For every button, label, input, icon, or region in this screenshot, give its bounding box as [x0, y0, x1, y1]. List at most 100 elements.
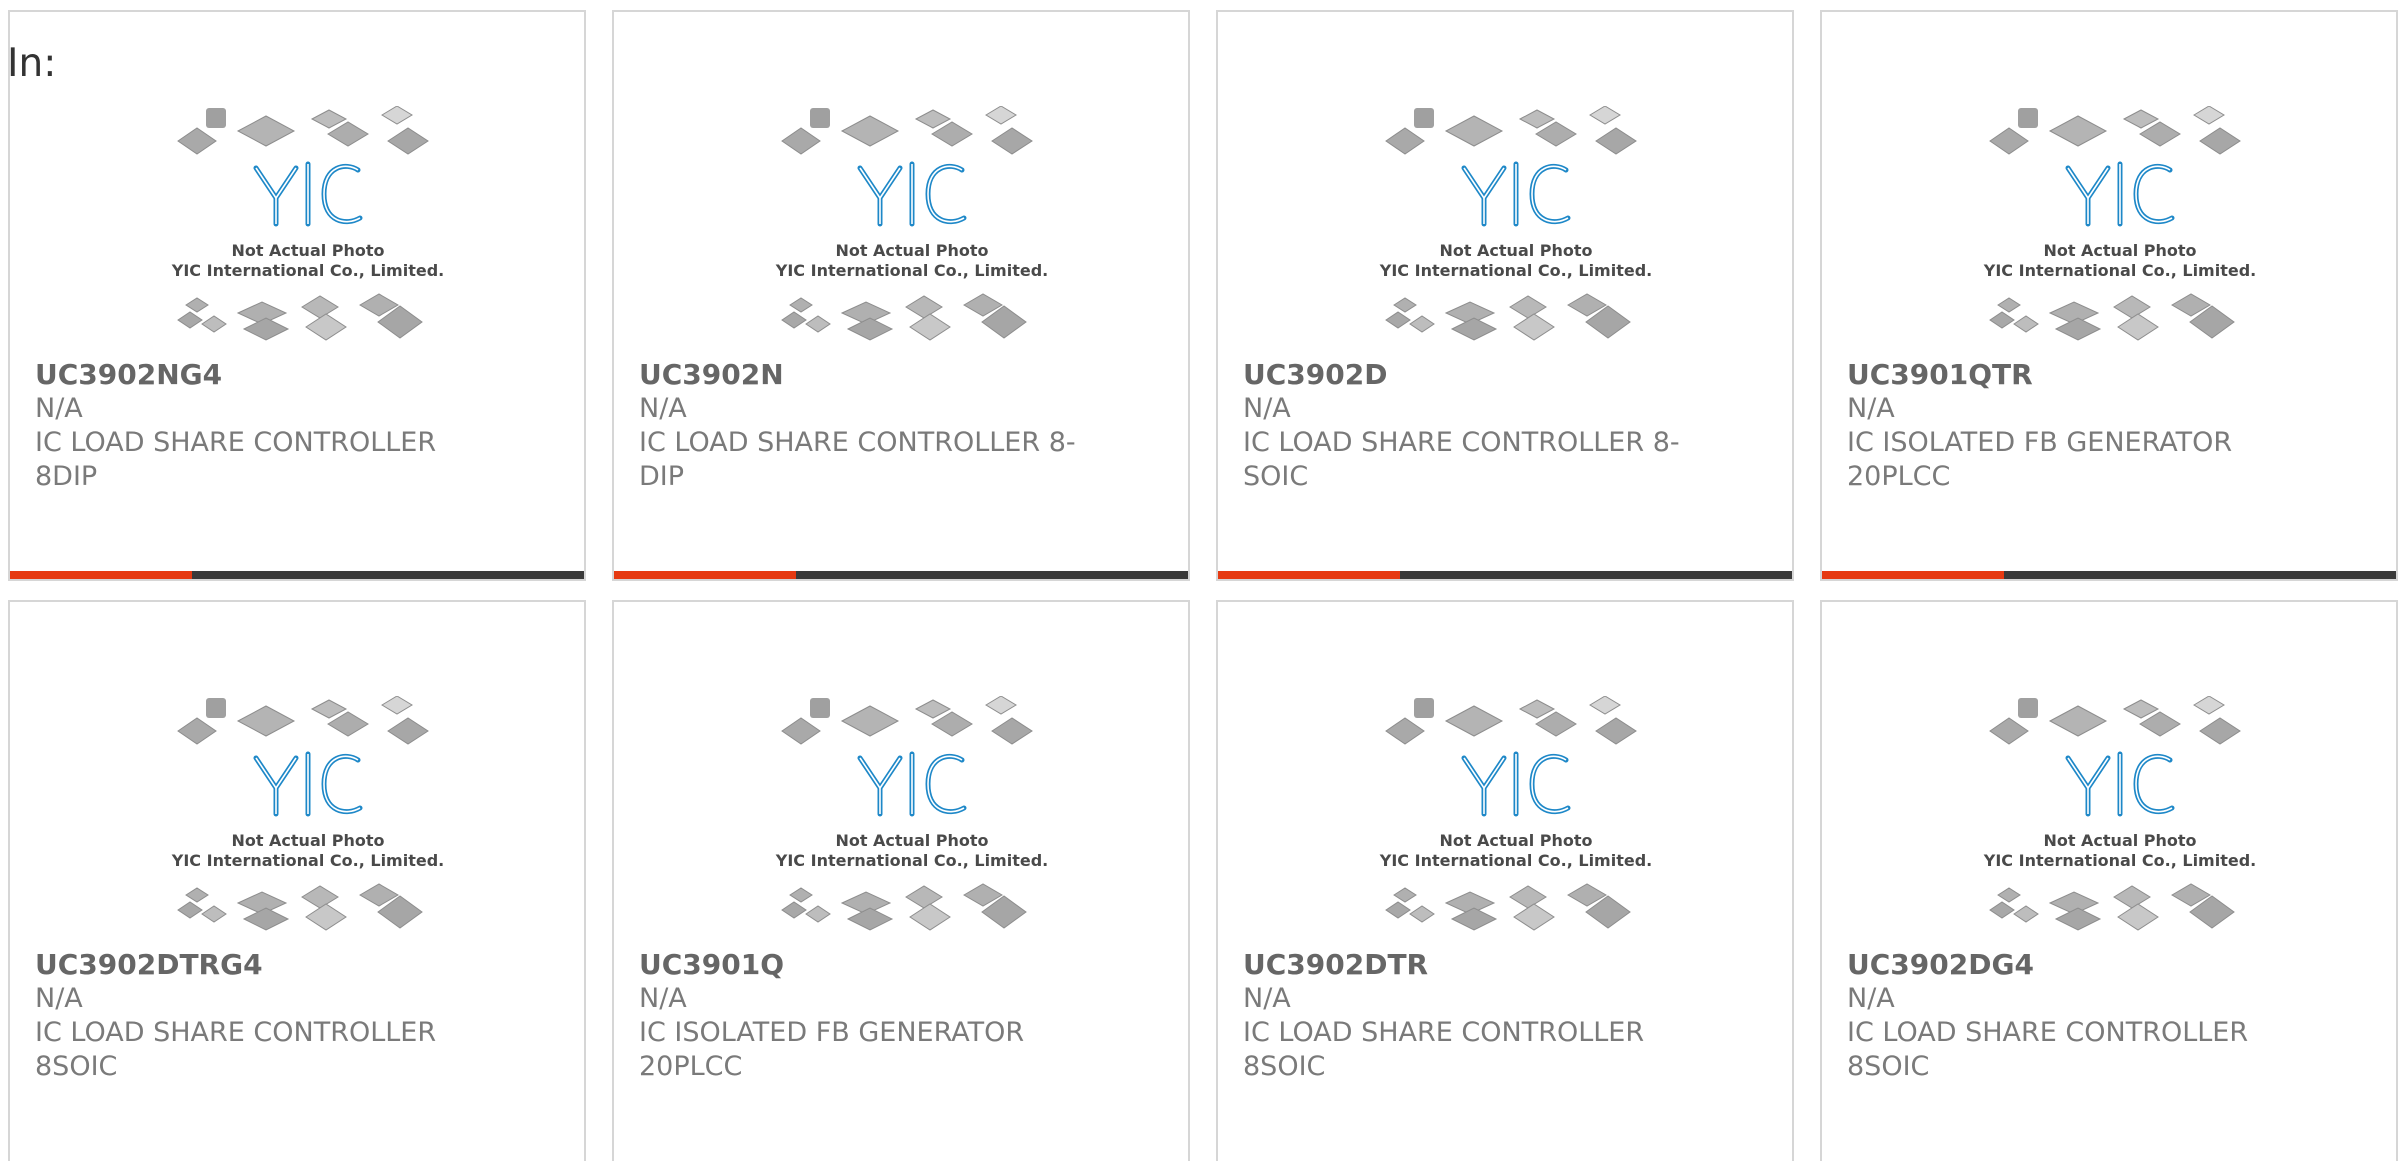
chip-icon [177, 901, 203, 919]
product-status: N/A [35, 983, 83, 1014]
product-part-number[interactable]: UC3902DTRG4 [35, 948, 475, 982]
product-card[interactable]: Not Actual Photo YIC International Co., L… [1216, 10, 1794, 581]
product-status: N/A [1847, 983, 1895, 1014]
chip-icon [1385, 717, 1425, 745]
chip-icon [909, 313, 951, 341]
product-image[interactable]: Not Actual Photo YIC International Co., L… [1376, 105, 1656, 356]
chip-icon [301, 295, 339, 319]
chip-icon [2122, 699, 2160, 719]
product-image[interactable]: Not Actual Photo YIC International Co., L… [168, 105, 448, 356]
product-list-page: In: Not Actual Photo YIC International Co… [0, 0, 2400, 1161]
product-card[interactable]: Not Actual Photo YIC International Co., L… [1820, 600, 2398, 1161]
product-part-number[interactable]: UC3902DG4 [1847, 948, 2287, 982]
product-part-number[interactable]: UC3902NG4 [35, 358, 475, 392]
product-part-number[interactable]: UC3901QTR [1847, 358, 2287, 392]
product-image[interactable]: Not Actual Photo YIC International Co., L… [1980, 695, 2260, 946]
chip-icon [1385, 311, 1411, 329]
placeholder-note: Not Actual Photo [231, 241, 384, 260]
product-description-line1: IC ISOLATED FB GENERATOR [639, 1017, 1025, 1048]
placeholder-company: YIC International Co., Limited. [775, 261, 1048, 280]
placeholder-company: YIC International Co., Limited. [1983, 261, 2256, 280]
chip-icon [242, 907, 290, 931]
chip-icon [781, 901, 807, 919]
product-image[interactable]: Not Actual Photo YIC International Co., L… [1980, 105, 2260, 356]
product-description-line1: IC LOAD SHARE CONTROLLER [1243, 1017, 1645, 1048]
chip-icon [1518, 699, 1556, 719]
chip-icon [2048, 115, 2108, 147]
placeholder-image: Not Actual PhotoYIC International Co., L… [1983, 105, 2256, 341]
product-part-number[interactable]: UC3901Q [639, 948, 1079, 982]
chip-icon [805, 315, 831, 333]
placeholder-image: Not Actual PhotoYIC International Co., L… [171, 695, 444, 931]
chip-icon [1393, 887, 1417, 903]
card-accent-bar [1218, 571, 1400, 579]
chip-icon [914, 699, 952, 719]
product-part-number[interactable]: UC3902D [1243, 358, 1683, 392]
product-part-number[interactable]: UC3902N [639, 358, 1079, 392]
chip-icon [1385, 127, 1425, 155]
chip-icon [2193, 105, 2225, 125]
product-description-line2: DIP [639, 461, 685, 492]
chip-icon [236, 705, 296, 737]
product-description-line1: IC LOAD SHARE CONTROLLER 8- [639, 427, 1076, 458]
yic-logo [857, 751, 967, 817]
product-description-line1: IC LOAD SHARE CONTROLLER [35, 427, 437, 458]
yic-logo [2065, 161, 2175, 227]
chip-icon [201, 315, 227, 333]
product-card[interactable]: Not Actual Photo YIC International Co., L… [8, 600, 586, 1161]
chip-icon [1997, 887, 2021, 903]
chip-icon [905, 295, 943, 319]
placeholder-note: Not Actual Photo [1439, 831, 1592, 850]
chip-icon [1989, 901, 2015, 919]
product-description-line2: 20PLCC [1847, 461, 1951, 492]
chip-icon [914, 109, 952, 129]
card-accent-bar [614, 571, 796, 579]
chip-icon [1385, 901, 1411, 919]
product-image[interactable]: Not Actual Photo YIC International Co., L… [1376, 695, 1656, 946]
chip-icon [1409, 315, 1435, 333]
placeholder-company: YIC International Co., Limited. [775, 851, 1048, 870]
chip-icon [177, 311, 203, 329]
chip-icon [781, 311, 807, 329]
chip-icon [387, 127, 429, 155]
yic-logo [857, 161, 967, 227]
placeholder-note: Not Actual Photo [2043, 831, 2196, 850]
product-card[interactable]: Not Actual Photo YIC International Co., L… [8, 10, 586, 581]
chip-icon [2048, 705, 2108, 737]
product-image[interactable]: Not Actual Photo YIC International Co., L… [168, 695, 448, 946]
chip-icon [1518, 109, 1556, 129]
yic-logo [1461, 751, 1571, 817]
chip-icon [206, 108, 226, 128]
yic-logo [1461, 161, 1571, 227]
card-bottom-bar [614, 571, 1188, 579]
chip-icon [840, 705, 900, 737]
product-description-line1: IC ISOLATED FB GENERATOR [1847, 427, 2233, 458]
chip-icon [206, 698, 226, 718]
chip-icon [310, 699, 348, 719]
placeholder-company: YIC International Co., Limited. [1379, 851, 1652, 870]
product-image[interactable]: Not Actual Photo YIC International Co., L… [772, 695, 1052, 946]
placeholder-company: YIC International Co., Limited. [1983, 851, 2256, 870]
product-card[interactable]: Not Actual Photo YIC International Co., L… [612, 600, 1190, 1161]
chip-icon [1513, 903, 1555, 931]
chip-icon [236, 115, 296, 147]
product-card[interactable]: Not Actual Photo YIC International Co., L… [1216, 600, 1794, 1161]
product-card[interactable]: Not Actual Photo YIC International Co., L… [612, 10, 1190, 581]
card-accent-bar [10, 571, 192, 579]
chip-icon [1509, 295, 1547, 319]
yic-logo [2065, 751, 2175, 817]
product-description-line2: 8SOIC [1847, 1051, 1930, 1082]
chip-icon [985, 695, 1017, 715]
product-image[interactable]: Not Actual Photo YIC International Co., L… [772, 105, 1052, 356]
chip-icon [177, 127, 217, 155]
product-card[interactable]: Not Actual Photo YIC International Co., L… [1820, 10, 2398, 581]
chip-icon [2199, 717, 2241, 745]
chip-icon [1513, 313, 1555, 341]
chip-icon [305, 313, 347, 341]
placeholder-image: Not Actual PhotoYIC International Co., L… [1379, 695, 1652, 931]
chip-icon [1989, 127, 2029, 155]
chip-icon [1414, 108, 1434, 128]
product-part-number[interactable]: UC3902DTR [1243, 948, 1683, 982]
chip-icon [2018, 108, 2038, 128]
placeholder-note: Not Actual Photo [835, 241, 988, 260]
